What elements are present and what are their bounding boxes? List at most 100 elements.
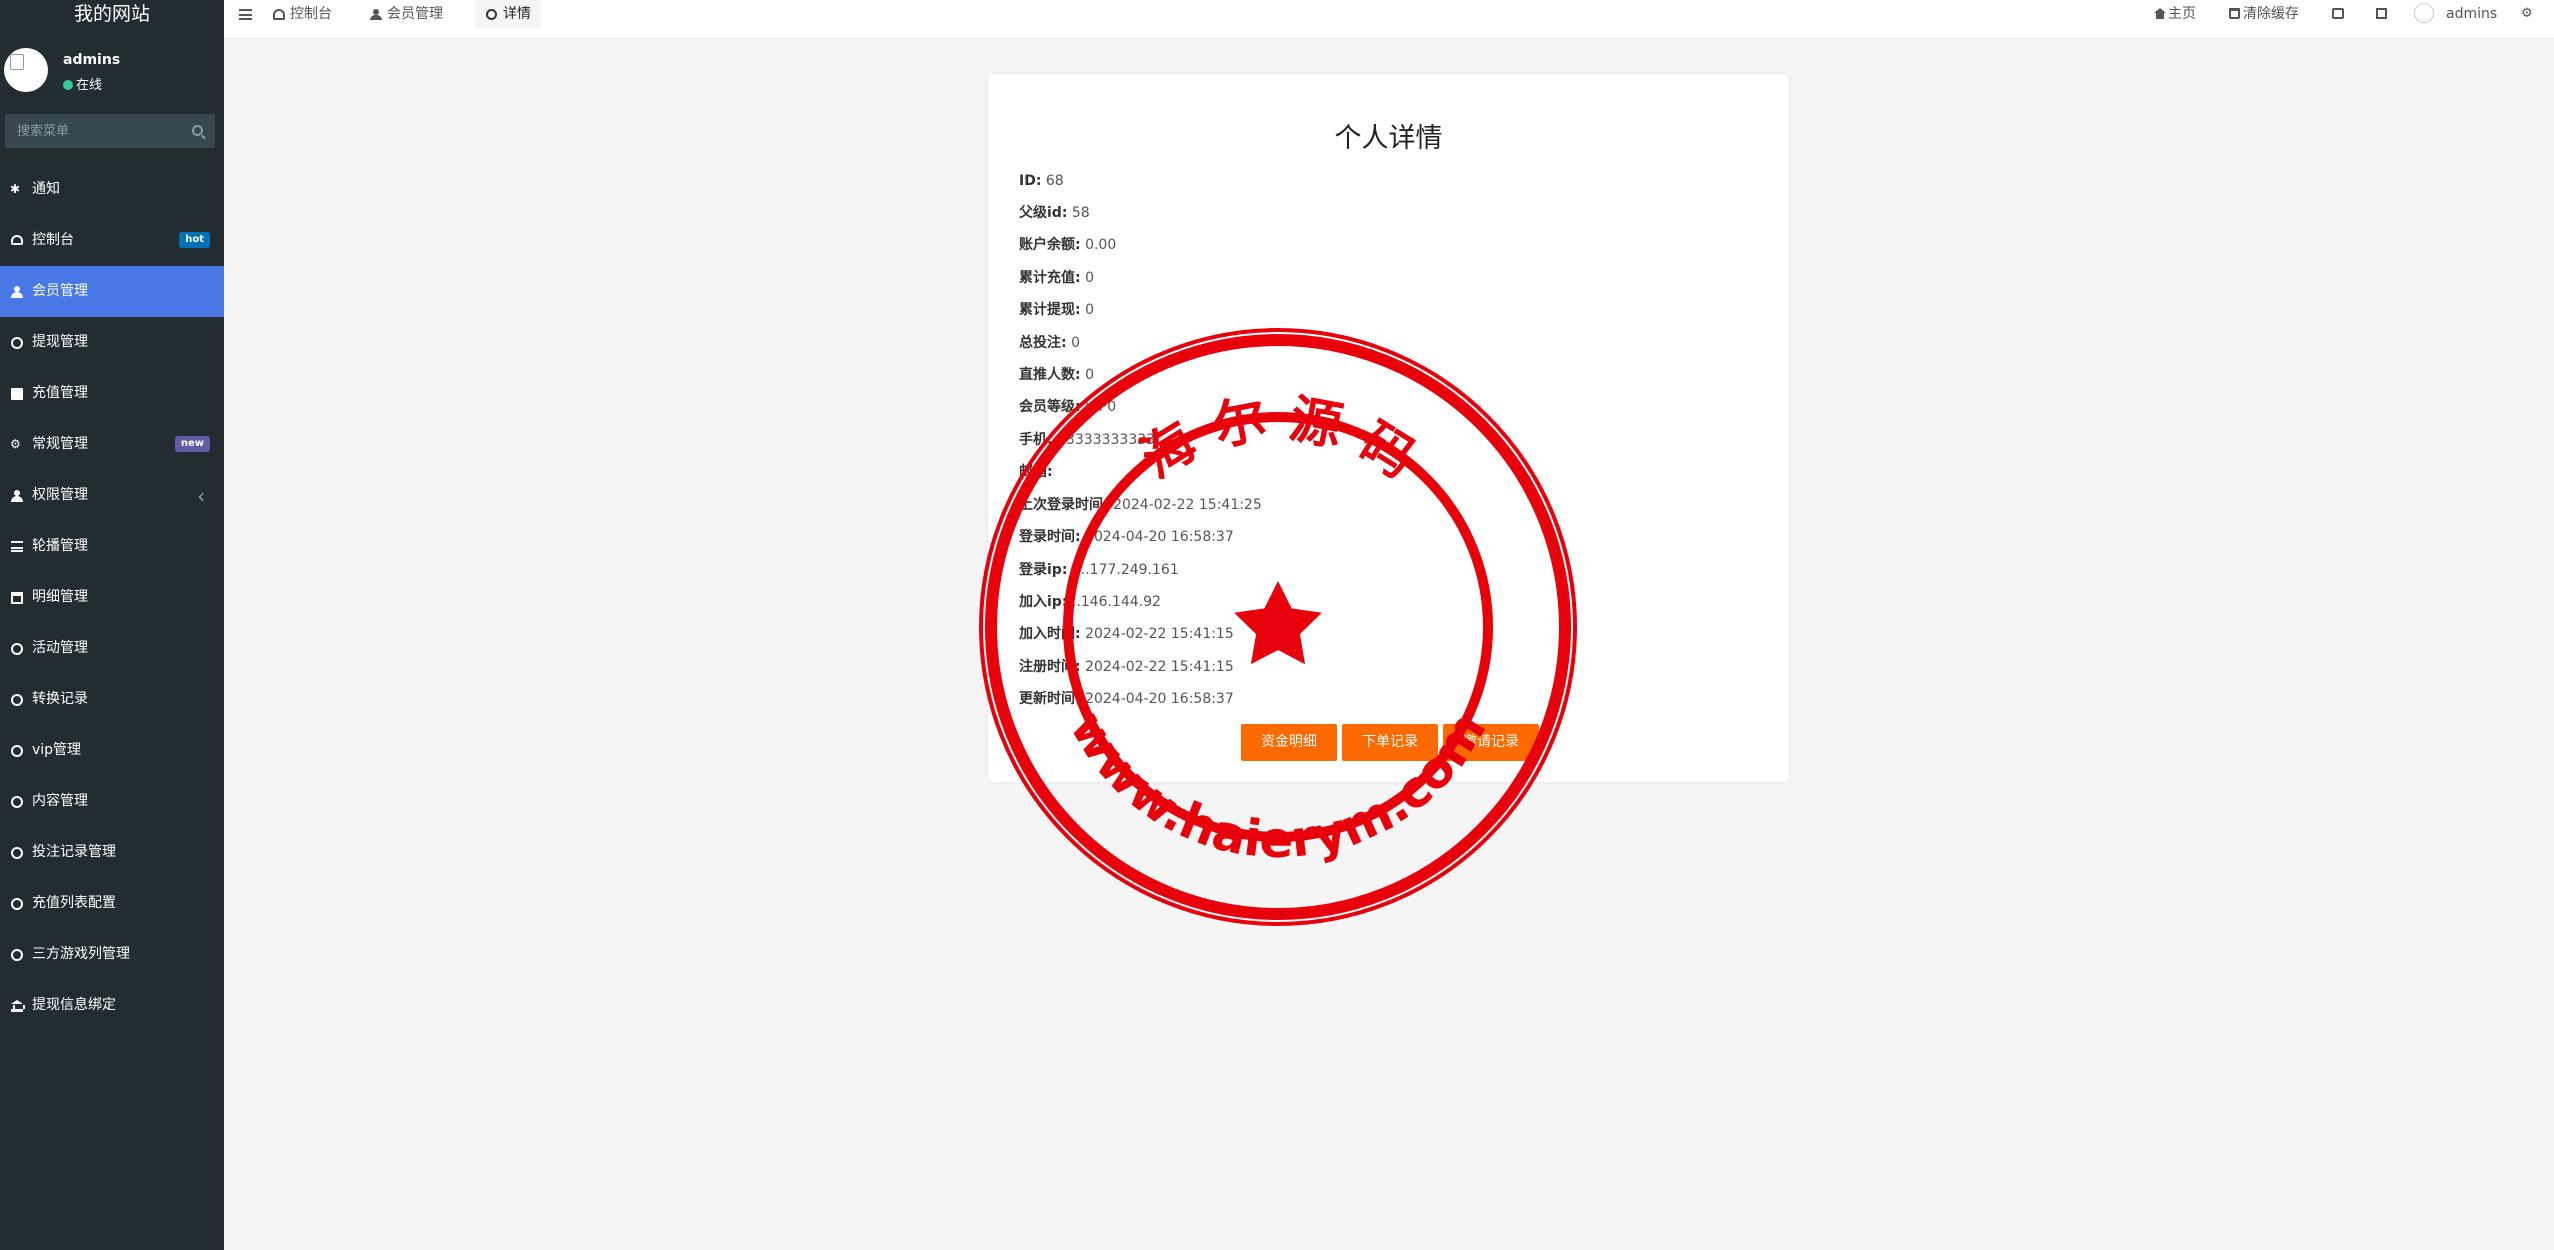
bars-icon	[11, 541, 23, 552]
circle-icon	[11, 694, 23, 706]
circle-icon	[11, 643, 23, 655]
sidebar-item-label: vip管理	[32, 742, 82, 758]
sidebar-item-activities[interactable]: 活动管理	[0, 623, 224, 674]
tab-details[interactable]: 详情	[475, 0, 541, 28]
field-join-ip: 加入ip: ..146.144.92	[1019, 594, 1161, 610]
home-label: 主页	[2168, 6, 2196, 22]
users-icon	[370, 9, 382, 20]
field-total-withdraw: 累计提现: 0	[1019, 302, 1094, 318]
field-balance: 账户余额: 0.00	[1019, 237, 1117, 253]
sidebar-item-members[interactable]: 会员管理	[0, 266, 224, 317]
field-total-recharge: 累计充值: 0	[1019, 270, 1094, 286]
circle-icon	[11, 898, 23, 910]
sidebar-item-conversions[interactable]: 转换记录	[0, 674, 224, 725]
sidebar-item-third-party-games[interactable]: 三方游戏列管理	[0, 929, 224, 980]
sidebar-item-details[interactable]: 明细管理	[0, 572, 224, 623]
user-status: 在线	[63, 74, 102, 93]
dashboard-icon	[11, 235, 23, 245]
calendar-icon	[11, 592, 23, 604]
field-direct-referrals: 直推人数: 0	[1019, 367, 1094, 383]
tab-dashboard[interactable]: 控制台	[262, 0, 342, 28]
sidebar-item-general[interactable]: 常规管理 new	[0, 419, 224, 470]
field-register-time: 注册时间: 2024-02-22 15:41:15	[1019, 659, 1234, 675]
sidebar-item-label: 权限管理	[32, 487, 88, 503]
bank-icon	[11, 1000, 25, 1012]
sidebar-item-vip[interactable]: vip管理	[0, 725, 224, 776]
field-parent-id: 父级id: 58	[1019, 205, 1090, 221]
sidebar: 我的网站 admins 在线 通知 控制台 hot 会员管理 提现管理 充值管理 …	[0, 0, 224, 1250]
sidebar-item-label: 内容管理	[32, 793, 88, 809]
fullscreen-button[interactable]	[2376, 0, 2390, 28]
field-total-bets: 总投注: 0	[1019, 335, 1080, 351]
tab-members[interactable]: 会员管理	[359, 0, 453, 28]
sidebar-menu: 通知 控制台 hot 会员管理 提现管理 充值管理 常规管理 new 权限管理 轮播…	[0, 164, 224, 1031]
sidebar-item-label: 转换记录	[32, 691, 88, 707]
language-button[interactable]	[2332, 0, 2347, 28]
avatar	[4, 48, 48, 92]
users-icon	[11, 286, 23, 298]
user-name: admins	[63, 52, 121, 68]
field-member-level: 会员等级: VIP0	[1019, 399, 1117, 415]
circle-icon	[11, 949, 23, 961]
circle-icon	[486, 9, 497, 20]
menu-toggle-icon[interactable]	[239, 9, 252, 20]
settings-button[interactable]	[2521, 0, 2536, 28]
cogs-icon	[10, 419, 23, 470]
sidebar-item-notice[interactable]: 通知	[0, 164, 224, 215]
chevron-left-icon	[198, 492, 208, 502]
search-icon[interactable]	[192, 125, 203, 136]
circle-icon	[11, 337, 23, 349]
sidebar-item-carousel[interactable]: 轮播管理	[0, 521, 224, 572]
invite-records-button[interactable]: 邀请记录	[1443, 724, 1539, 761]
order-records-button[interactable]: 下单记录	[1342, 724, 1438, 761]
home-link[interactable]: 主页	[2154, 0, 2196, 28]
asterisk-icon	[10, 164, 23, 215]
sidebar-item-label: 常规管理	[32, 436, 88, 452]
sidebar-item-permissions[interactable]: 权限管理	[0, 470, 224, 521]
sidebar-item-recharge[interactable]: 充值管理	[0, 368, 224, 419]
sidebar-item-label: 通知	[32, 181, 60, 197]
gear-icon	[2521, 0, 2533, 28]
sidebar-item-label: 明细管理	[32, 589, 88, 605]
sidebar-item-label: 活动管理	[32, 640, 88, 656]
menu-search	[5, 114, 215, 148]
sidebar-item-label: 充值列表配置	[32, 895, 116, 911]
field-join-time: 加入时间: 2024-02-22 15:41:15	[1019, 626, 1234, 642]
clear-cache-button[interactable]: 清除缓存	[2229, 0, 2299, 28]
sidebar-item-label: 控制台	[32, 232, 74, 248]
new-badge: new	[174, 436, 210, 452]
language-icon	[2332, 8, 2344, 19]
tab-label: 控制台	[290, 6, 332, 22]
sidebar-item-dashboard[interactable]: 控制台 hot	[0, 215, 224, 266]
fullscreen-icon	[2376, 8, 2387, 19]
user-panel: admins 在线	[0, 28, 224, 100]
sidebar-item-recharge-config[interactable]: 充值列表配置	[0, 878, 224, 929]
sidebar-item-label: 提现信息绑定	[32, 997, 116, 1013]
field-login-ip: 登录ip: 1..177.249.161	[1019, 562, 1179, 578]
fund-details-button[interactable]: 资金明细	[1241, 724, 1337, 761]
users-icon	[11, 490, 23, 502]
site-logo[interactable]: 我的网站	[0, 0, 224, 28]
avatar	[2414, 3, 2434, 23]
sidebar-item-bet-records[interactable]: 投注记录管理	[0, 827, 224, 878]
tab-label: 会员管理	[387, 6, 443, 22]
sidebar-item-content[interactable]: 内容管理	[0, 776, 224, 827]
grid-icon	[11, 388, 23, 400]
top-header: 控制台 会员管理 详情 主页 清除缓存 admins	[224, 0, 2554, 39]
field-login-time: 登录时间: 2024-04-20 16:58:37	[1019, 529, 1234, 545]
sidebar-item-label: 提现管理	[32, 334, 88, 350]
tab-label: 详情	[503, 6, 531, 22]
sidebar-item-label: 轮播管理	[32, 538, 88, 554]
sidebar-item-label: 投注记录管理	[32, 844, 116, 860]
sidebar-item-withdrawals[interactable]: 提现管理	[0, 317, 224, 368]
clear-cache-label: 清除缓存	[2243, 6, 2299, 22]
field-id: ID: 68	[1019, 173, 1064, 189]
sidebar-item-withdraw-binding[interactable]: 提现信息绑定	[0, 980, 224, 1031]
sidebar-item-label: 充值管理	[32, 385, 88, 401]
menu-search-input[interactable]	[5, 114, 185, 148]
field-phone: 手机: 13333333333	[1019, 432, 1156, 448]
user-menu[interactable]: admins	[2414, 0, 2497, 28]
field-last-login-time: 上次登录时间: 2024-02-22 15:41:25	[1019, 497, 1262, 513]
home-icon	[2154, 8, 2166, 19]
field-email: 邮箱:	[1019, 464, 1053, 480]
